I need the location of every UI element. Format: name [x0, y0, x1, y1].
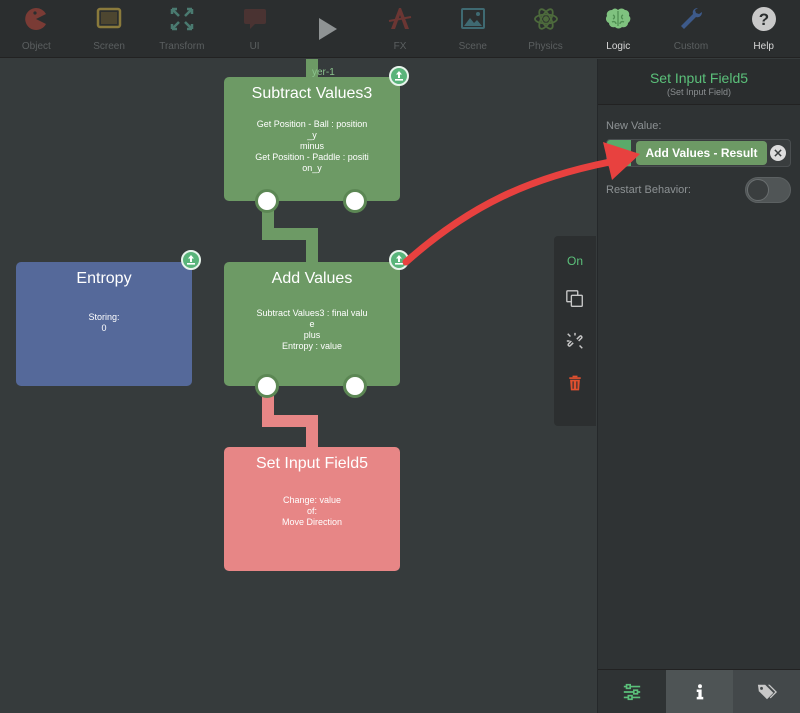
node-line: minus: [299, 141, 324, 151]
atom-icon: [533, 8, 558, 30]
node-line: plus: [303, 330, 321, 340]
node-line: of:: [306, 506, 317, 516]
broken-link-icon: [566, 332, 583, 349]
brain-icon: [606, 8, 631, 29]
panel-header: Set Input Field5 (Set Input Field): [598, 59, 800, 105]
node-entropy[interactable]: Entropy Storing: 0: [16, 262, 192, 386]
toggle-on-button[interactable]: On: [567, 254, 583, 268]
toolbar-label: Physics: [528, 41, 563, 52]
upload-icon: [395, 71, 403, 81]
node-line: _y: [307, 130, 317, 140]
toolbar-label: Screen: [93, 41, 125, 52]
node-line: Storing:: [88, 312, 120, 322]
wrench-icon: [680, 8, 702, 29]
node-body: Subtract Values3 : final valu e plus Ent…: [242, 308, 382, 352]
export-badge[interactable]: [389, 250, 409, 270]
node-body: Get Position - Ball : position _y minus …: [242, 119, 382, 174]
node-title: Entropy: [76, 270, 132, 287]
toolbar-label: Transform: [159, 41, 205, 52]
node-title: Add Values: [271, 270, 353, 287]
toolbar-label: Object: [21, 41, 51, 52]
play-icon: [319, 17, 338, 40]
toolbar-label: Logic: [606, 41, 631, 52]
export-badge[interactable]: [389, 66, 409, 86]
new-value-field[interactable]: Add Values - Result: [606, 139, 791, 167]
node-line: Move Direction: [281, 517, 343, 527]
tab-info[interactable]: [665, 670, 734, 713]
toolbar-label: UI: [249, 41, 260, 52]
upload-icon: [187, 255, 195, 265]
tab-tags[interactable]: [733, 670, 800, 713]
panel-title: Set Input Field5: [649, 70, 749, 86]
unlink-button[interactable]: [564, 330, 586, 352]
properties-panel: Set Input Field5 (Set Input Field) New V…: [597, 59, 800, 713]
tags-icon: [758, 684, 778, 699]
value-attribute-pin[interactable]: [607, 140, 631, 166]
info-icon: [696, 683, 703, 699]
sliders-icon: [623, 683, 641, 700]
delete-button[interactable]: [564, 372, 586, 394]
pacman-icon: [25, 7, 47, 30]
scene-image-icon: [460, 8, 485, 29]
close-icon: [774, 149, 782, 157]
help-icon: ?: [751, 7, 776, 31]
toolbar-custom[interactable]: Custom: [655, 0, 728, 57]
behavior-canvas[interactable]: yer-1 Subtract Values3 Get Position - Ba…: [0, 59, 597, 713]
node-line: Change: value: [282, 495, 342, 505]
node-line: on_y: [302, 163, 322, 173]
clear-value-button[interactable]: [770, 145, 786, 161]
toolbar-label: Custom: [673, 41, 709, 52]
toolbar-screen[interactable]: Screen: [73, 0, 146, 57]
toolbar-label: FX: [393, 41, 407, 52]
new-value-label: New Value:: [606, 120, 662, 132]
restart-behavior-label: Restart Behavior:: [606, 184, 691, 196]
node-line: Get Position - Ball : position: [256, 119, 368, 129]
toolbar-label: Scene: [458, 41, 487, 52]
toolbar-physics[interactable]: Physics: [509, 0, 582, 57]
trash-icon: [569, 375, 581, 391]
top-toolbar: Object Screen Transform UI FX Scene Phys…: [0, 0, 800, 58]
tab-attributes[interactable]: [598, 670, 666, 713]
ui-chat-icon: [243, 9, 266, 29]
toolbar-help[interactable]: ? Help: [727, 0, 800, 57]
toolbar-fx[interactable]: FX: [364, 0, 437, 57]
toggle-knob: [747, 179, 769, 201]
export-badge[interactable]: [181, 250, 201, 270]
upload-icon: [395, 255, 403, 265]
output-port[interactable]: [343, 189, 367, 213]
duplicate-button[interactable]: [564, 288, 586, 310]
svg-text:?: ?: [759, 10, 769, 29]
fx-icon: [388, 8, 412, 29]
screen-icon: [96, 7, 122, 29]
value-pill[interactable]: Add Values - Result: [636, 141, 767, 165]
node-title: Subtract Values3: [251, 85, 373, 102]
node-title: Set Input Field5: [255, 455, 369, 472]
output-port[interactable]: [255, 374, 279, 398]
toolbar-label: Help: [753, 41, 774, 52]
toolbar-ui[interactable]: UI: [218, 0, 291, 57]
node-line: Get Position - Paddle : positi: [255, 152, 369, 162]
copy-icon: [566, 290, 583, 307]
toolbar-transform[interactable]: Transform: [145, 0, 218, 57]
panel-tabs: [598, 669, 800, 713]
node-body: Storing: 0: [34, 312, 174, 334]
toolbar-logic[interactable]: Logic: [582, 0, 655, 57]
node-line: Subtract Values3 : final valu: [256, 308, 368, 318]
node-subtract-values[interactable]: Subtract Values3 Get Position - Ball : p…: [224, 77, 400, 213]
restart-behavior-toggle[interactable]: [745, 177, 791, 203]
toolbar-object[interactable]: Object: [0, 0, 73, 57]
output-port[interactable]: [255, 189, 279, 213]
panel-subtitle: (Set Input Field): [666, 87, 732, 97]
node-body: Change: value of: Move Direction: [242, 495, 382, 528]
toolbar-scene[interactable]: Scene: [436, 0, 509, 57]
output-port[interactable]: [343, 374, 367, 398]
play-button[interactable]: [291, 0, 364, 57]
node-actions-toolbar: On: [554, 236, 596, 426]
node-line: 0: [101, 323, 107, 333]
transform-icon: [170, 7, 194, 31]
node-add-values[interactable]: Add Values Subtract Values3 : final valu…: [224, 262, 400, 398]
node-set-input-field[interactable]: Set Input Field5 Change: value of: Move …: [224, 447, 400, 571]
node-line: e: [309, 319, 315, 329]
node-line: Entropy : value: [281, 341, 343, 351]
